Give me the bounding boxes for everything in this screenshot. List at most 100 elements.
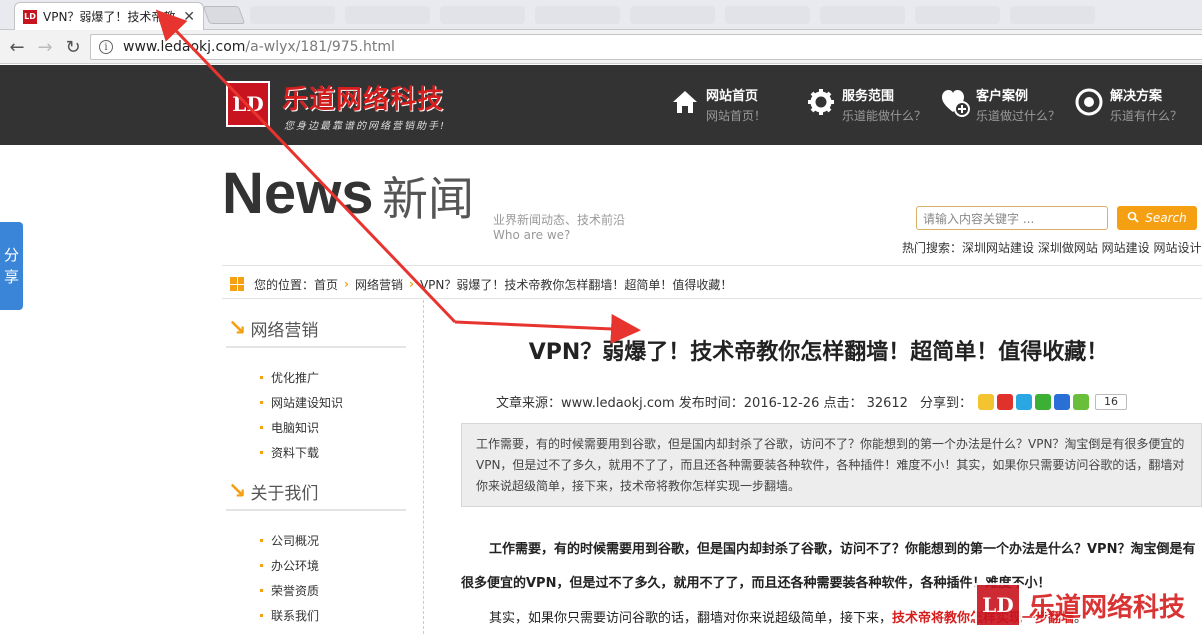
share-side-tab[interactable]: 分 享 <box>0 222 23 310</box>
new-tab-button[interactable] <box>202 6 246 24</box>
breadcrumb: 您的位置： 首页 › 网络营销 › VPN？弱爆了！技术帝教你怎样翻墙！超简单！… <box>230 276 732 292</box>
arrow-down-right-icon: ↘ <box>228 316 247 341</box>
chevron-right-icon: › <box>409 277 414 291</box>
watermark-text: 乐道网络科技 <box>1029 592 1186 623</box>
search-input[interactable]: 请输入内容关键字 ... <box>916 206 1108 230</box>
divider <box>226 509 406 511</box>
home-icon <box>670 87 700 117</box>
nav-title: 客户案例 <box>976 89 1029 104</box>
breadcrumb-current: VPN？弱爆了！技术帝教你怎样翻墙！超简单！值得收藏！ <box>419 277 733 292</box>
hot-search-links[interactable]: 热门搜索：深圳网站建设 深圳做网站 网站建设 网站设计 <box>902 239 1201 256</box>
background-tab[interactable] <box>915 6 1000 24</box>
gear-icon <box>806 87 836 117</box>
wechat-share-icon[interactable] <box>1034 393 1051 410</box>
nav-item-cases[interactable]: 客户案例 乐道做过什么？ <box>940 85 1060 124</box>
logo-text[interactable]: 乐道网络科技 <box>282 79 444 116</box>
breadcrumb-home-link[interactable]: 首页 <box>314 276 338 293</box>
nav-title: 服务范围 <box>842 89 895 104</box>
share-label: 分享到： <box>919 396 972 411</box>
nav-subtitle: 乐道有什么？ <box>1110 109 1183 123</box>
paragraph-text: 其实，如果你只需要访问谷歌的话，翻墙对你来说超级简单，接下来， <box>489 611 893 626</box>
nav-subtitle: 乐道能做什么？ <box>842 109 927 123</box>
arrow-down-right-icon: ↘ <box>228 479 247 504</box>
logo-mark[interactable]: LD <box>226 81 270 127</box>
sidebar-section-heading: ↘ 网络营销 <box>228 316 318 341</box>
divider <box>226 346 406 348</box>
sidebar-item[interactable]: 优化推广 <box>260 365 343 390</box>
renren-share-icon[interactable] <box>1053 393 1070 410</box>
nav-item-services[interactable]: 服务范围 乐道能做什么？ <box>806 85 926 124</box>
info-icon[interactable]: i <box>99 40 113 54</box>
background-tab[interactable] <box>250 6 335 24</box>
weibo-share-icon[interactable] <box>996 393 1013 410</box>
browser-tab-active[interactable]: LD VPN？弱爆了！技术帝教 ✕ <box>14 2 204 30</box>
news-subtitle: 业界新闻动态、技术前沿 <box>493 213 626 227</box>
nav-subtitle: 乐道做过什么？ <box>976 109 1061 123</box>
nav-item-home[interactable]: 网站首页 网站首页！ <box>670 85 766 124</box>
article-summary: 工作需要，有的时候需要用到谷歌，但是国内却封杀了谷歌，访问不了？你能想到的第一个… <box>461 423 1202 507</box>
search-icon <box>1127 211 1139 226</box>
page: LD VPN？弱爆了！技术帝教 ✕ ← → ↻ i www.ledaokj.co… <box>0 0 1202 634</box>
article-title: VPN？弱爆了！技术帝教你怎样翻墙！超简单！值得收藏！ <box>528 340 1109 365</box>
sidebar-section-title: 关于我们 <box>250 484 319 504</box>
sidebar-item[interactable]: 网站建设知识 <box>260 390 343 415</box>
tab-title: VPN？弱爆了！技术帝教 <box>43 10 176 24</box>
sidebar-item[interactable]: 联系我们 <box>260 603 319 628</box>
background-tab[interactable] <box>725 6 810 24</box>
forward-arrow-icon[interactable]: → <box>34 36 56 58</box>
sidebar-section-heading: ↘ 关于我们 <box>228 479 318 504</box>
watermark: LD 乐道网络科技 <box>975 583 1185 627</box>
browser-toolbar: ← → ↻ i www.ledaokj.com/a-wlyx/181/975.h… <box>0 30 1202 64</box>
divider <box>222 298 1202 299</box>
sidebar-item[interactable]: 资料下载 <box>260 440 343 465</box>
search-button-label: Search <box>1145 211 1187 225</box>
background-tab[interactable] <box>535 6 620 24</box>
sidebar-item[interactable]: 荣誉资质 <box>260 578 319 603</box>
article-meta-text: 文章来源：www.ledaokj.com 发布时间：2016-12-26 点击：… <box>496 396 908 411</box>
background-tab[interactable] <box>1010 6 1095 24</box>
search-button[interactable]: Search <box>1117 206 1197 230</box>
divider <box>222 265 1202 266</box>
news-subtitle-en: Who are we? <box>493 228 571 242</box>
share-icons <box>977 393 1089 410</box>
more-share-icon[interactable] <box>1072 393 1089 410</box>
background-tab[interactable] <box>630 6 715 24</box>
sidebar-item[interactable]: 公司概况 <box>260 528 319 553</box>
sidebar-item[interactable]: 办公环境 <box>260 553 319 578</box>
url-host: www.ledaokj.com <box>123 39 246 55</box>
logo-slogan: 您身边最靠谱的网络营销助手! <box>284 121 447 132</box>
tab-close-icon[interactable]: ✕ <box>183 9 195 25</box>
nav-title: 解决方案 <box>1110 89 1163 104</box>
tencent-weibo-share-icon[interactable] <box>1015 393 1032 410</box>
nav-item-solutions[interactable]: 解决方案 乐道有什么？ <box>1074 85 1182 124</box>
chevron-right-icon: › <box>344 277 349 291</box>
sidebar-list-about: 公司概况 办公环境 荣誉资质 联系我们 <box>260 528 319 628</box>
background-tab[interactable] <box>820 6 905 24</box>
sidebar-item[interactable]: 电脑知识 <box>260 415 343 440</box>
grid-icon <box>230 277 244 291</box>
share-tab-char: 享 <box>3 268 19 286</box>
share-tab-char: 分 <box>3 246 19 264</box>
reload-icon[interactable]: ↻ <box>62 36 84 58</box>
browser-tab-strip: LD VPN？弱爆了！技术帝教 ✕ <box>0 0 1202 30</box>
nav-subtitle: 网站首页！ <box>706 109 767 123</box>
news-heading-cn: 新闻 <box>382 172 474 226</box>
watermark-mark: LD <box>975 583 1021 627</box>
background-tab[interactable] <box>440 6 525 24</box>
heart-plus-icon <box>940 87 970 117</box>
site-favicon-icon: LD <box>23 9 37 24</box>
url-path: /a-wlyx/181/975.html <box>245 39 395 55</box>
address-bar[interactable]: i www.ledaokj.com/a-wlyx/181/975.html <box>90 34 1202 60</box>
sidebar-section-title: 网络营销 <box>250 321 319 341</box>
article-meta: 文章来源：www.ledaokj.com 发布时间：2016-12-26 点击：… <box>496 392 1127 411</box>
sidebar-separator <box>423 300 424 634</box>
back-arrow-icon[interactable]: ← <box>6 36 28 58</box>
nav-title: 网站首页 <box>706 89 759 104</box>
breadcrumb-category-link[interactable]: 网络营销 <box>355 276 403 293</box>
annotation-arrow-to-title <box>454 313 641 344</box>
background-tab[interactable] <box>345 6 430 24</box>
qzone-share-icon[interactable] <box>977 393 994 410</box>
news-heading-en: News <box>222 161 374 226</box>
background-tabs <box>250 6 1202 26</box>
sidebar-list-marketing: 优化推广 网站建设知识 电脑知识 资料下载 <box>260 365 343 465</box>
